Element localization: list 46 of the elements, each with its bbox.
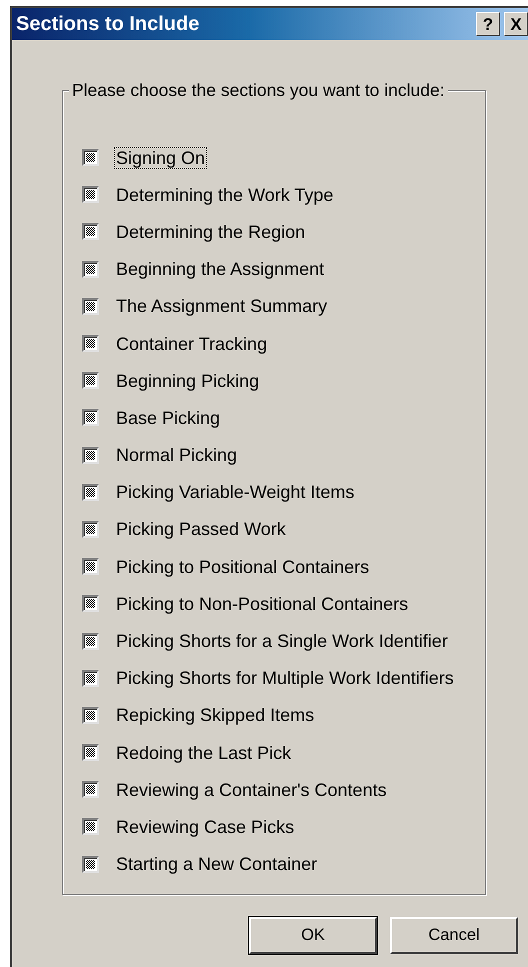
checkbox[interactable] xyxy=(82,520,99,538)
section-label[interactable]: Base Picking xyxy=(114,406,222,429)
checkbox[interactable] xyxy=(82,446,99,464)
section-label[interactable]: Picking Shorts for a Single Work Identifier xyxy=(114,630,450,652)
checkbox[interactable] xyxy=(82,632,99,650)
checkbox[interactable] xyxy=(82,260,99,278)
cancel-button[interactable]: Cancel xyxy=(390,917,518,954)
checkbox[interactable] xyxy=(82,372,99,390)
section-label[interactable]: Picking to Positional Containers xyxy=(114,556,372,578)
section-label[interactable]: Determining the Region xyxy=(114,220,308,243)
section-label[interactable]: Picking to Non-Positional Containers xyxy=(114,592,410,615)
section-label[interactable]: Reviewing a Container's Contents xyxy=(114,778,389,801)
section-label[interactable]: Beginning the Assignment xyxy=(114,258,326,280)
checkbox[interactable] xyxy=(82,335,99,352)
group-label: Please choose the sections you want to include: xyxy=(69,80,448,100)
window-title: Sections to Include xyxy=(16,12,200,37)
checkbox[interactable] xyxy=(82,818,99,836)
section-label[interactable]: Signing On xyxy=(114,146,208,169)
checkbox[interactable] xyxy=(82,781,99,798)
help-button[interactable]: ? xyxy=(476,12,500,36)
checkbox[interactable] xyxy=(82,706,99,724)
checkbox[interactable] xyxy=(82,484,99,501)
section-label[interactable]: Starting a New Container xyxy=(114,853,320,876)
section-label[interactable]: Normal Picking xyxy=(114,444,240,466)
section-label[interactable]: Picking Passed Work xyxy=(114,518,288,540)
checkbox[interactable] xyxy=(82,558,99,576)
section-label[interactable]: Picking Shorts for Multiple Work Identifiers xyxy=(114,667,456,690)
section-label[interactable]: Determining the Work Type xyxy=(114,184,336,206)
section-label[interactable]: Redoing the Last Pick xyxy=(114,742,294,764)
section-label[interactable]: Repicking Skipped Items xyxy=(114,704,316,726)
checkbox[interactable] xyxy=(82,298,99,315)
checkbox[interactable] xyxy=(82,670,99,687)
section-label[interactable]: Container Tracking xyxy=(114,332,270,355)
section-label[interactable]: Reviewing Case Picks xyxy=(114,816,296,838)
ok-button[interactable]: OK xyxy=(249,917,377,954)
checkbox[interactable] xyxy=(82,149,99,166)
section-label[interactable]: The Assignment Summary xyxy=(114,295,330,318)
checkbox[interactable] xyxy=(82,856,99,873)
checkbox[interactable] xyxy=(82,223,99,240)
checkbox[interactable] xyxy=(82,744,99,762)
checkbox[interactable] xyxy=(82,595,99,612)
checkbox[interactable] xyxy=(82,186,99,204)
section-label[interactable]: Picking Variable-Weight Items xyxy=(114,481,356,504)
section-label[interactable]: Beginning Picking xyxy=(114,370,262,392)
close-button[interactable]: X xyxy=(504,12,528,36)
checkbox[interactable] xyxy=(82,409,99,426)
